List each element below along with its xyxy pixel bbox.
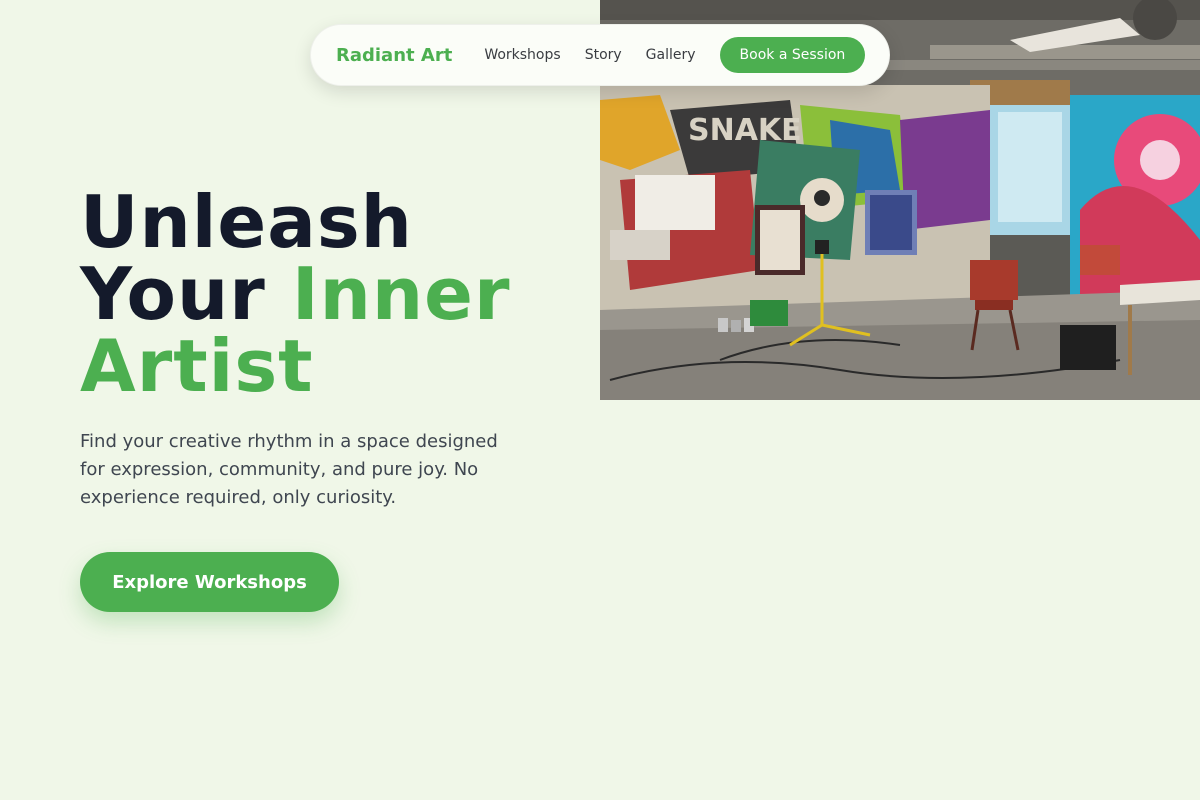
landing-page: SNAKE Radiant Art Workshops Story Galler… bbox=[0, 0, 1200, 800]
nav-link-story[interactable]: Story bbox=[585, 47, 622, 63]
brand-logo[interactable]: Radiant Art bbox=[336, 45, 452, 66]
headline-artist: Artist bbox=[80, 324, 314, 408]
nav-link-workshops[interactable]: Workshops bbox=[484, 47, 560, 63]
nav-link-gallery[interactable]: Gallery bbox=[646, 47, 696, 63]
book-session-button[interactable]: Book a Session bbox=[719, 37, 866, 73]
hero-headline: Unleash Your Inner Artist bbox=[80, 186, 600, 402]
top-navigation: Radiant Art Workshops Story Gallery Book… bbox=[310, 24, 890, 86]
hero-description: Find your creative rhythm in a space des… bbox=[80, 431, 498, 508]
headline-inner: Inner bbox=[291, 252, 511, 336]
explore-workshops-button[interactable]: Explore Workshops bbox=[80, 552, 339, 612]
